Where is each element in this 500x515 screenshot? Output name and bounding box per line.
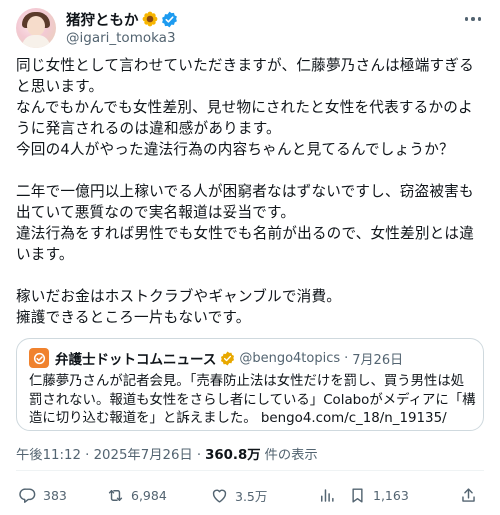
quote-verified-badge-icon — [220, 351, 235, 366]
views-count: 360.8万 — [205, 448, 261, 463]
reply-count: 383 — [43, 487, 67, 503]
avatar[interactable] — [16, 8, 56, 48]
author-name-row: 猪狩ともか — [66, 9, 178, 29]
quote-display-name: 弁護士ドットコムニュース — [55, 352, 217, 368]
quoted-post[interactable]: 弁護士ドットコムニュース @bengo4topics · 7月26日 仁藤夢乃さ… — [16, 338, 484, 431]
repost-count: 6,984 — [131, 487, 167, 503]
bookmark-button[interactable]: 1,163 — [348, 484, 409, 506]
quote-header: 弁護士ドットコムニュース @bengo4topics · 7月26日 — [55, 349, 404, 369]
more-dot — [477, 17, 482, 21]
author-display-name[interactable]: 猪狩ともか — [66, 9, 139, 30]
bookmark-icon — [352, 487, 363, 503]
tweet-text: 同じ女性として言わせていただきますが、仁藤夢乃さんは極端すぎると思います。 なん… — [16, 57, 475, 326]
repost-icon — [108, 489, 123, 501]
more-options-icon[interactable] — [461, 10, 485, 28]
more-dot — [464, 17, 469, 21]
avatar-face — [27, 16, 45, 36]
more-dot — [471, 17, 475, 21]
share-button[interactable] — [459, 484, 478, 506]
reply-button[interactable]: 383 — [18, 484, 67, 506]
author-handle[interactable]: @igari_tomoka3 — [66, 30, 176, 46]
post-meta: 午後11:12 · 2025年7月26日 · 360.8万 件の表示 — [16, 444, 318, 463]
verified-badge-icon[interactable] — [161, 11, 178, 28]
share-icon — [462, 487, 475, 502]
post-timestamp[interactable]: 午後11:12 · 2025年7月26日 · — [16, 444, 201, 463]
quote-handle: @bengo4topics — [239, 350, 341, 366]
action-bar: 383 6,984 3.5万 1,163 — [0, 480, 500, 510]
quote-date: 7月26日 — [352, 352, 404, 368]
views-chart-icon — [320, 488, 334, 502]
avatar-body — [22, 35, 50, 48]
quote-avatar-logo-icon — [29, 348, 49, 368]
post: 猪狩ともか @igari_tomoka3 同じ女性として言わせていただきますが、… — [0, 0, 500, 515]
sunflower-icon — [142, 11, 158, 27]
like-count: 3.5万 — [235, 488, 268, 504]
quote-separator: · — [344, 350, 349, 366]
repost-button[interactable]: 6,984 — [106, 484, 167, 506]
divider — [16, 470, 484, 471]
reply-icon — [19, 487, 36, 503]
views-label: 件の表示 — [264, 448, 318, 463]
views-button[interactable] — [317, 484, 336, 506]
quote-text: 仁藤夢乃さんが記者会見。「売春防止法は女性だけを罰し、買う男性は処罰されない。報… — [29, 374, 476, 426]
bookmark-count: 1,163 — [373, 487, 409, 503]
like-button[interactable]: 3.5万 — [210, 484, 267, 506]
heart-icon — [212, 489, 227, 503]
